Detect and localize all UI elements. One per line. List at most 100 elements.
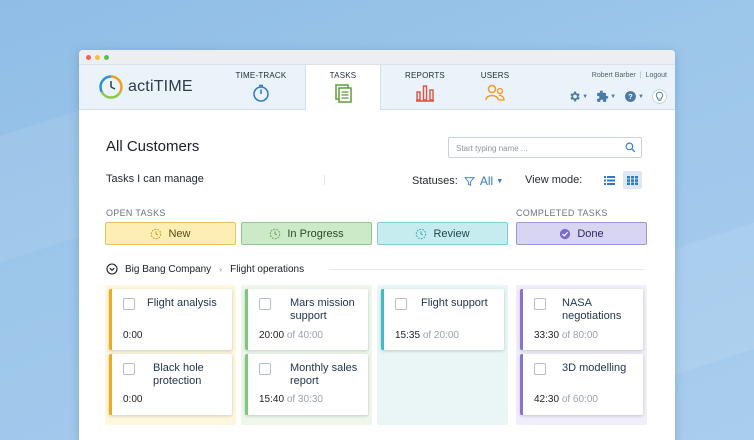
nav-label: REPORTS [405,71,445,80]
bar-chart-icon [416,85,434,102]
nav-label: TIME-TRACK [235,71,287,80]
lane-in-progress: Mars mission support 20:00 of 40:00 Mont… [241,285,372,425]
task-name: Flight support [421,297,488,309]
column-review[interactable]: Review [377,222,508,245]
task-card[interactable]: Mars mission support 20:00 of 40:00 [245,289,368,350]
task-time: 15:40 of 30:30 [259,394,323,405]
search-icon[interactable] [625,142,636,153]
puzzle-icon [597,90,609,102]
task-card[interactable]: 3D modelling 42:30 of 60:00 [520,354,643,415]
clock-icon [151,228,162,239]
tasks-filter[interactable]: Tasks I can manage [106,173,204,185]
task-checkbox[interactable] [534,363,546,375]
breadcrumb-project[interactable]: Flight operations [230,264,304,275]
nav-label: TASKS [329,71,357,80]
task-checkbox[interactable] [534,298,546,310]
task-card[interactable]: NASA negotiations 33:30 of 80:00 [520,289,643,350]
customer-search[interactable] [448,137,642,158]
task-checkbox[interactable] [395,298,407,310]
divider [329,269,645,270]
column-label: In Progress [287,227,344,240]
task-time: 15:35 of 20:00 [395,330,459,341]
grid-icon [627,175,638,185]
time-spent: 15:35 [395,330,421,341]
page-title: All Customers [106,138,200,155]
list-icon [604,175,615,185]
viewmode-label: View mode: [525,174,583,186]
task-time: 0:00 [123,394,142,405]
statuses-dropdown[interactable]: All ▼ [464,174,503,188]
addons-menu[interactable]: ▼ [596,90,616,103]
task-time: 33:30 of 80:00 [534,330,598,341]
statuses-label: Statuses: [412,175,458,187]
column-done[interactable]: Done [516,222,647,245]
tips-button[interactable] [652,89,667,104]
chevron-down-icon: ▼ [610,93,617,100]
chevron-down-icon: ▼ [638,93,644,100]
statuses-filter: Statuses: All ▼ [412,174,503,188]
users-icon [485,84,505,101]
task-checkbox[interactable] [259,363,271,375]
time-spent: 0:00 [123,394,143,405]
logout-link[interactable]: Logout [646,72,667,79]
app-logo[interactable]: actiTIME [99,75,193,99]
app-name: actiTIME [128,78,193,95]
nav-users[interactable]: USERS [463,65,527,109]
stopwatch-icon [253,84,269,102]
time-estimate: of 30:30 [286,394,323,405]
separator: | [639,72,642,79]
svg-text:?: ? [628,92,633,101]
task-checkbox[interactable] [123,298,135,310]
column-label: Done [577,227,604,240]
column-new[interactable]: New [105,222,236,245]
time-spent: 42:30 [534,394,560,405]
nav-time-track[interactable]: TIME-TRACK [229,65,293,109]
check-circle-icon [560,228,571,239]
time-spent: 33:30 [534,330,560,341]
app-window: actiTIME TIME-TRACK TASKS REPORTS USERS … [79,50,675,440]
help-menu[interactable]: ? ▼ [624,90,644,103]
task-name: Flight analysis [147,297,217,309]
nav-label: USERS [480,71,510,80]
task-card[interactable]: Monthly sales report 15:40 of 30:30 [245,354,368,415]
time-estimate: of 80:00 [561,330,598,341]
task-name: Mars mission support [290,297,355,322]
minimize-dot[interactable] [95,55,100,60]
board-view-button[interactable] [623,171,642,189]
main-content: All Customers Tasks I can manage Statuse… [79,111,675,440]
chevron-down-icon: ▼ [582,93,589,100]
time-spent: 15:40 [259,394,285,405]
maximize-dot[interactable] [104,55,109,60]
column-label: Review [433,227,470,240]
nav-reports[interactable]: REPORTS [393,65,457,109]
task-time: 0:00 [123,330,142,341]
lane-new: Flight analysis 0:00 Black hole protecti… [105,285,236,425]
task-name: NASA negotiations [562,297,622,322]
task-card[interactable]: Black hole protection 0:00 [109,354,232,415]
nav-tasks[interactable]: TASKS [305,65,381,110]
task-card[interactable]: Flight analysis 0:00 [109,289,232,350]
task-name: 3D modelling [562,362,627,374]
breadcrumb: Big Bang Company › Flight operations [106,263,304,275]
task-time: 20:00 of 40:00 [259,330,323,341]
user-name[interactable]: Robert Barber [592,72,636,79]
task-checkbox[interactable] [123,363,135,375]
breadcrumb-customer[interactable]: Big Bang Company [125,264,211,275]
settings-menu[interactable]: ▼ [568,90,588,103]
filter-icon [464,176,475,186]
task-card[interactable]: Flight support 15:35 of 20:00 [381,289,504,350]
column-label: New [168,227,191,240]
open-tasks-label: OPEN TASKS [106,208,166,218]
search-input[interactable] [449,139,619,158]
header-icons: ▼ ▼ ? ▼ [568,89,667,104]
tasks-icon [335,84,352,103]
window-titlebar [79,50,675,65]
list-view-button[interactable] [600,171,619,189]
close-dot[interactable] [86,55,91,60]
statuses-value: All [479,174,494,188]
chevron-down-icon: ▼ [496,177,504,185]
collapse-icon[interactable] [106,263,118,275]
column-in-progress[interactable]: In Progress [241,222,372,245]
task-checkbox[interactable] [259,298,271,310]
help-icon: ? [625,91,636,102]
